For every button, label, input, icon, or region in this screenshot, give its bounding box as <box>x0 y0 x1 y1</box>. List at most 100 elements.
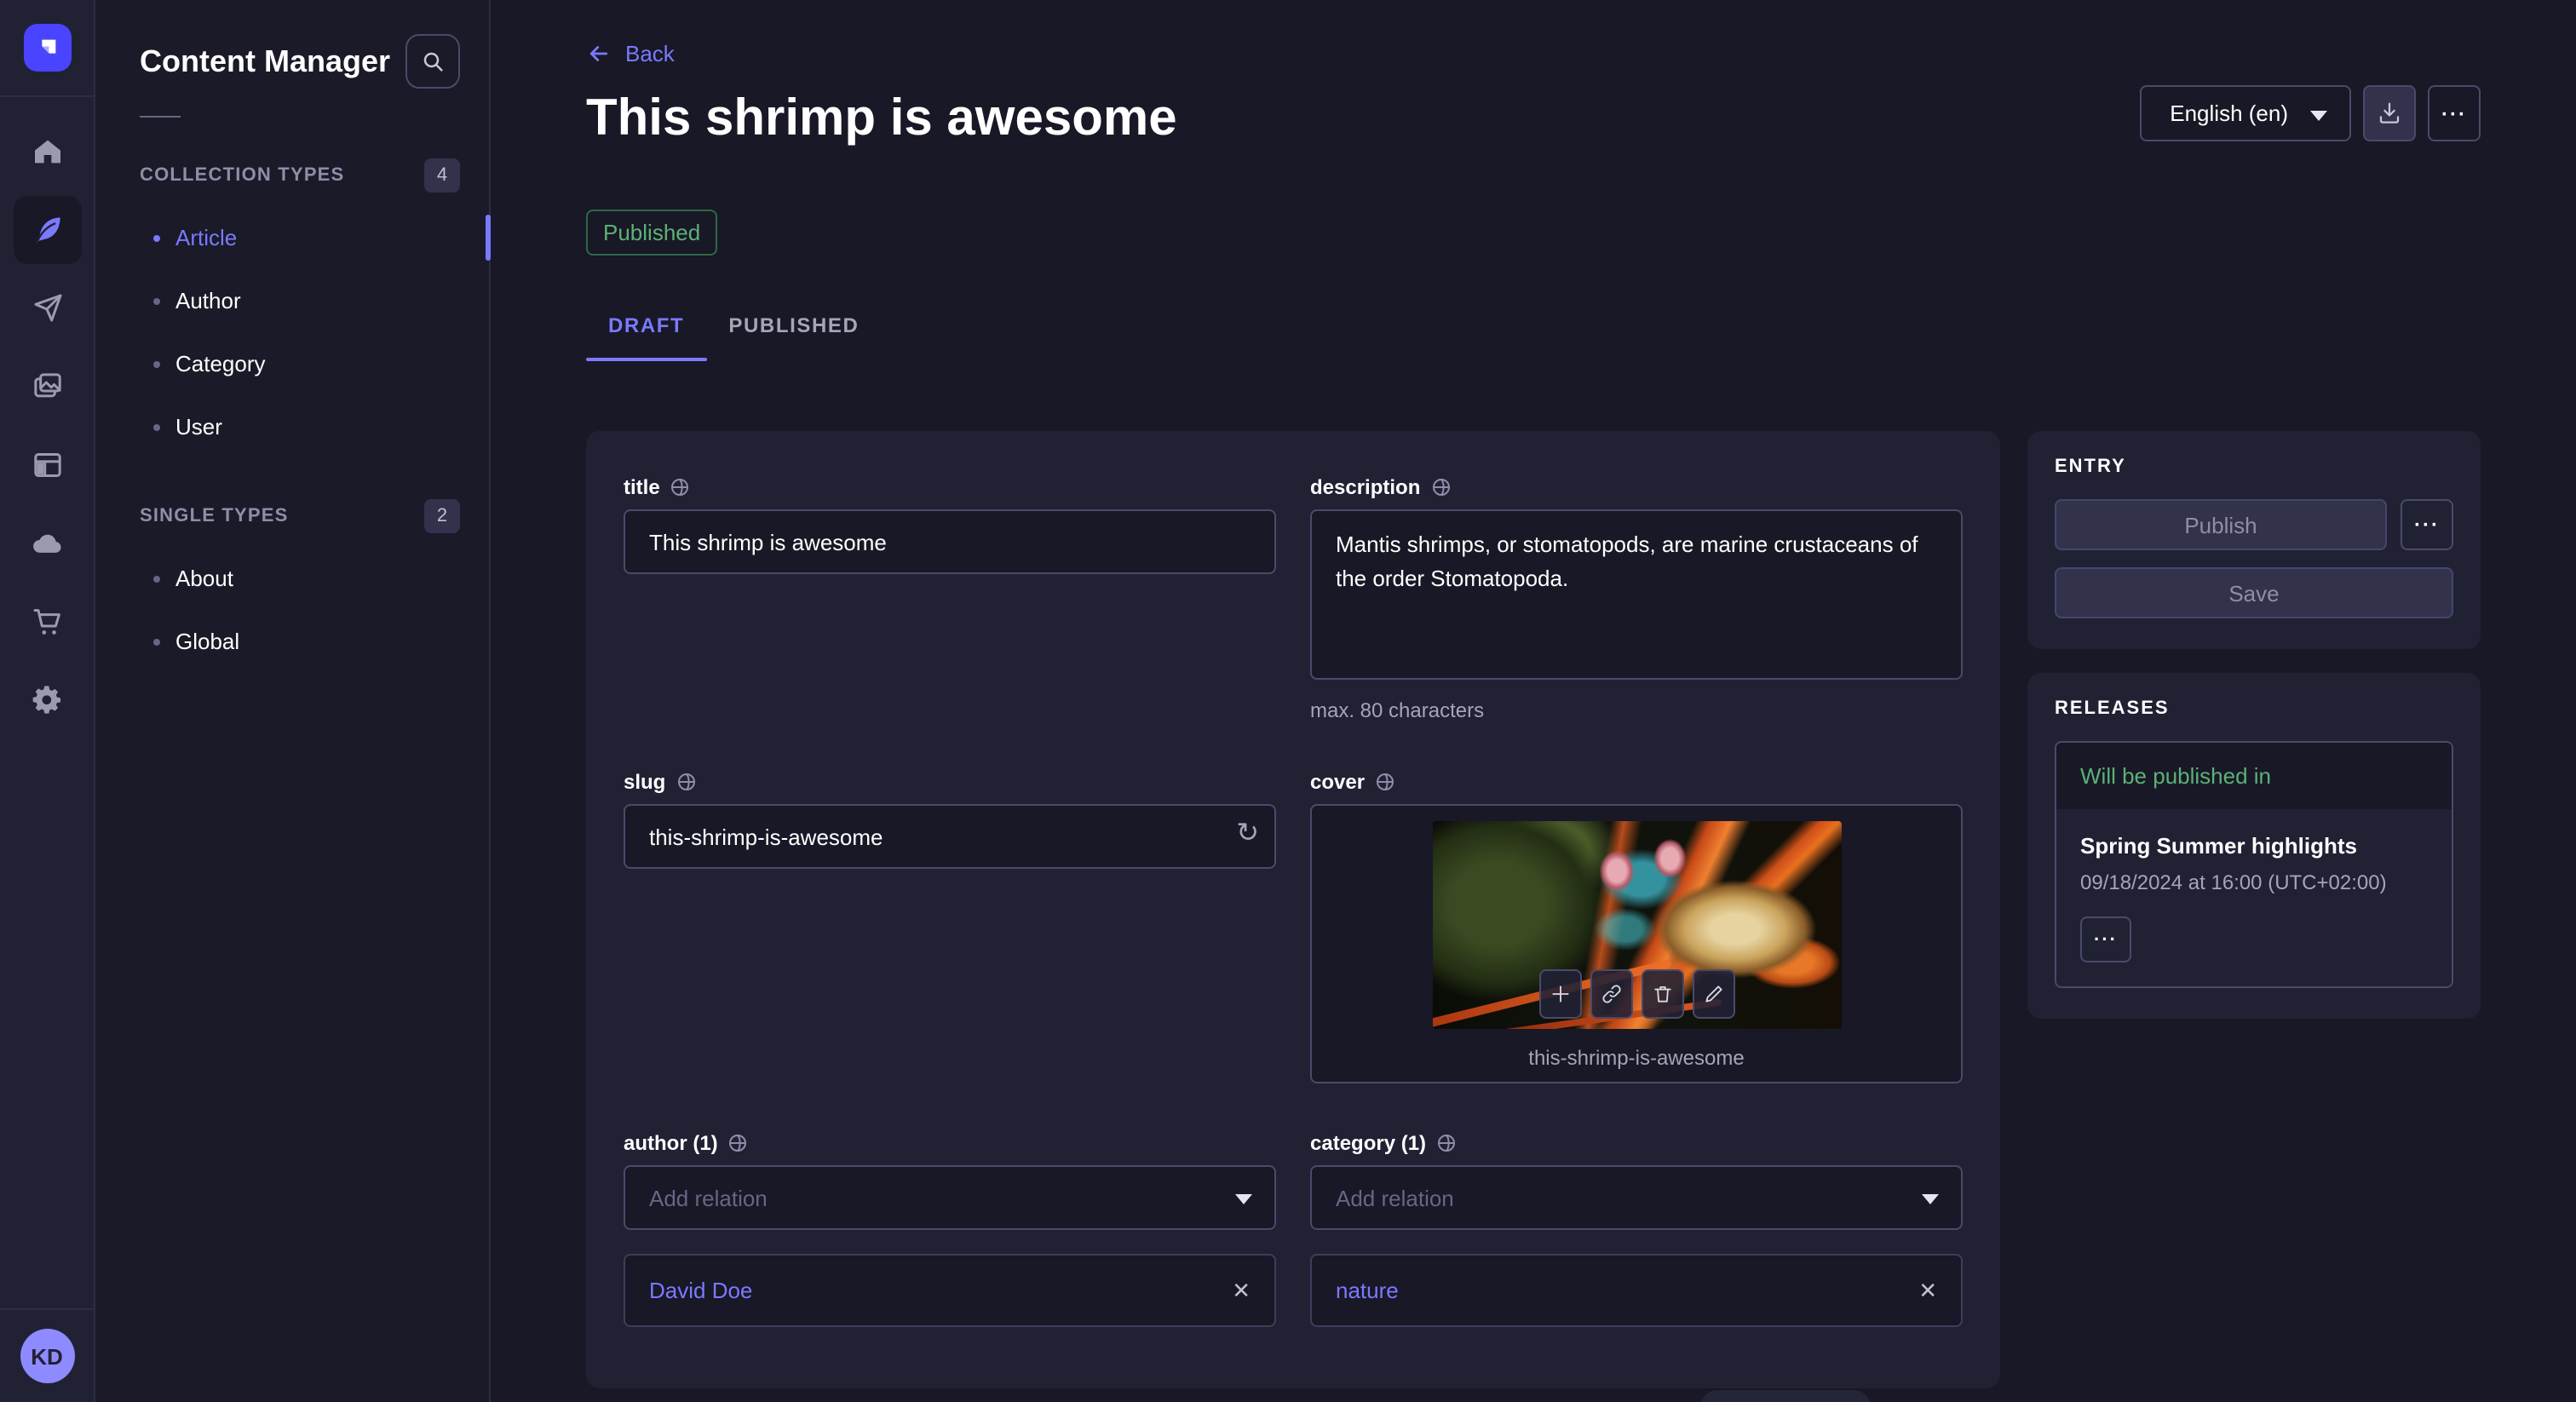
release-title: Spring Summer highlights <box>2080 833 2428 859</box>
collection-types-label: COLLECTION TYPES <box>140 165 424 186</box>
settings-gear-icon[interactable] <box>13 666 81 734</box>
edit-form-panel: title description Mantis shrimps, or sto… <box>586 431 2000 1388</box>
subnav-item-user[interactable]: User <box>95 395 489 458</box>
release-card: Will be published in Spring Summer highl… <box>2055 741 2453 988</box>
single-types-section: SINGLE TYPES 2 About Global <box>95 499 489 673</box>
tab-draft[interactable]: DRAFT <box>586 300 706 361</box>
back-link[interactable]: Back <box>586 41 675 66</box>
subnav-title: Content Manager <box>140 43 405 79</box>
category-label-row: category (1) <box>1310 1131 1963 1155</box>
export-download-button[interactable] <box>2363 85 2416 141</box>
chevron-down-icon <box>2310 111 2327 121</box>
form-grid: title description Mantis shrimps, or sto… <box>624 475 1963 1327</box>
category-relation-select[interactable]: Add relation <box>1310 1165 1963 1230</box>
strapi-logo[interactable] <box>23 24 71 72</box>
releases-panel: RELEASES Will be published in Spring Sum… <box>2027 673 2481 1019</box>
edit-media-button[interactable] <box>1692 969 1734 1019</box>
author-label-row: author (1) <box>624 1131 1276 1155</box>
side-panels: ENTRY Publish ··· Save RELEASES Will be … <box>2027 431 2481 1019</box>
subnav-item-label: Article <box>175 225 237 250</box>
description-label: description <box>1310 475 1420 499</box>
paper-plane-icon[interactable] <box>13 274 81 342</box>
slug-input[interactable] <box>624 804 1276 869</box>
description-field: description Mantis shrimps, or stomatopo… <box>1310 475 1963 722</box>
tab-published[interactable]: PUBLISHED <box>706 300 881 361</box>
header-controls: English (en) ··· <box>2139 85 2481 141</box>
search-button[interactable] <box>405 34 460 89</box>
strapi-logo-icon <box>33 34 60 61</box>
publish-button[interactable]: Publish <box>2055 499 2387 550</box>
author-label: author (1) <box>624 1131 718 1155</box>
add-component-button-partial[interactable] <box>1700 1390 1871 1402</box>
copy-link-button[interactable] <box>1590 969 1632 1019</box>
subnav-item-global[interactable]: Global <box>95 610 489 673</box>
title-input[interactable] <box>624 509 1276 574</box>
description-helper: max. 80 characters <box>1310 698 1963 722</box>
cover-label-row: cover <box>1310 770 1963 794</box>
entry-more-button[interactable]: ··· <box>2401 499 2453 550</box>
subnav-item-label: Author <box>175 288 241 313</box>
single-types-header: SINGLE TYPES 2 <box>95 499 489 533</box>
trash-icon <box>1651 983 1673 1005</box>
collection-types-count-badge: 4 <box>424 158 460 192</box>
globe-icon <box>1436 1133 1457 1153</box>
content-type-builder-layout-icon[interactable] <box>13 431 81 499</box>
download-icon <box>2377 101 2402 126</box>
entry-panel: ENTRY Publish ··· Save <box>2027 431 2481 649</box>
collection-types-section: COLLECTION TYPES 4 Article Author Catego… <box>95 158 489 458</box>
rail-nav <box>13 118 81 734</box>
cover-field: cover <box>1310 770 1963 1083</box>
main-inner: Back This shrimp is awesome Published DR… <box>491 41 2576 1388</box>
cover-image-mantis-shrimp[interactable] <box>1432 821 1841 1029</box>
subnav-item-author[interactable]: Author <box>95 269 489 332</box>
entry-panel-title: ENTRY <box>2055 457 2453 477</box>
subnav-divider <box>140 116 181 118</box>
marketplace-cart-icon[interactable] <box>13 588 81 656</box>
relation-link[interactable]: nature <box>1336 1278 1918 1303</box>
cloud-icon[interactable] <box>13 509 81 577</box>
subnav-item-article[interactable]: Article <box>95 206 489 269</box>
delete-media-button[interactable] <box>1641 969 1683 1019</box>
title-label: title <box>624 475 660 499</box>
locale-select[interactable]: English (en) <box>2139 85 2351 141</box>
rail-bottom: KD <box>0 1308 95 1402</box>
author-field: author (1) Add relation David Doe ✕ <box>624 1131 1276 1327</box>
remove-relation-icon[interactable]: ✕ <box>1232 1279 1251 1301</box>
version-tabs: DRAFT PUBLISHED <box>586 300 2481 361</box>
subnav-item-category[interactable]: Category <box>95 332 489 395</box>
relation-link[interactable]: David Doe <box>649 1278 1232 1303</box>
globe-icon <box>670 477 691 497</box>
regenerate-slug-icon[interactable]: ↻ <box>1236 818 1259 852</box>
title-label-row: title <box>624 475 1276 499</box>
media-library-images-icon[interactable] <box>13 353 81 421</box>
content-row: title description Mantis shrimps, or sto… <box>586 431 2481 1388</box>
save-button[interactable]: Save <box>2055 567 2453 618</box>
add-media-button[interactable] <box>1538 969 1581 1019</box>
single-types-label: SINGLE TYPES <box>140 506 424 526</box>
subnav-item-label: Global <box>175 629 239 654</box>
description-textarea[interactable]: Mantis shrimps, or stomatopods, are mari… <box>1310 509 1963 680</box>
release-more-button[interactable]: ··· <box>2080 916 2131 962</box>
status-badge: Published <box>586 210 717 256</box>
home-icon[interactable] <box>13 118 81 186</box>
author-relation-placeholder: Add relation <box>649 1185 768 1210</box>
cover-caption: this-shrimp-is-awesome <box>1528 1046 1744 1070</box>
cover-media-card: this-shrimp-is-awesome <box>1310 804 1963 1083</box>
chevron-down-icon <box>1235 1194 1252 1204</box>
header-more-button[interactable]: ··· <box>2428 85 2481 141</box>
bullet-icon <box>153 360 160 367</box>
category-relation-item: nature ✕ <box>1310 1254 1963 1327</box>
bullet-icon <box>153 297 160 304</box>
release-date: 09/18/2024 at 16:00 (UTC+02:00) <box>2080 871 2428 894</box>
link-icon <box>1600 983 1622 1005</box>
subnav-header: Content Manager <box>95 0 489 89</box>
bullet-icon <box>153 234 160 241</box>
user-avatar[interactable]: KD <box>20 1329 74 1383</box>
slug-input-wrap: ↻ <box>624 804 1276 869</box>
single-types-count-badge: 2 <box>424 499 460 533</box>
remove-relation-icon[interactable]: ✕ <box>1918 1279 1937 1301</box>
subnav-item-about[interactable]: About <box>95 547 489 610</box>
category-field: category (1) Add relation nature ✕ <box>1310 1131 1963 1327</box>
content-manager-feather-icon[interactable] <box>13 196 81 264</box>
author-relation-select[interactable]: Add relation <box>624 1165 1276 1230</box>
